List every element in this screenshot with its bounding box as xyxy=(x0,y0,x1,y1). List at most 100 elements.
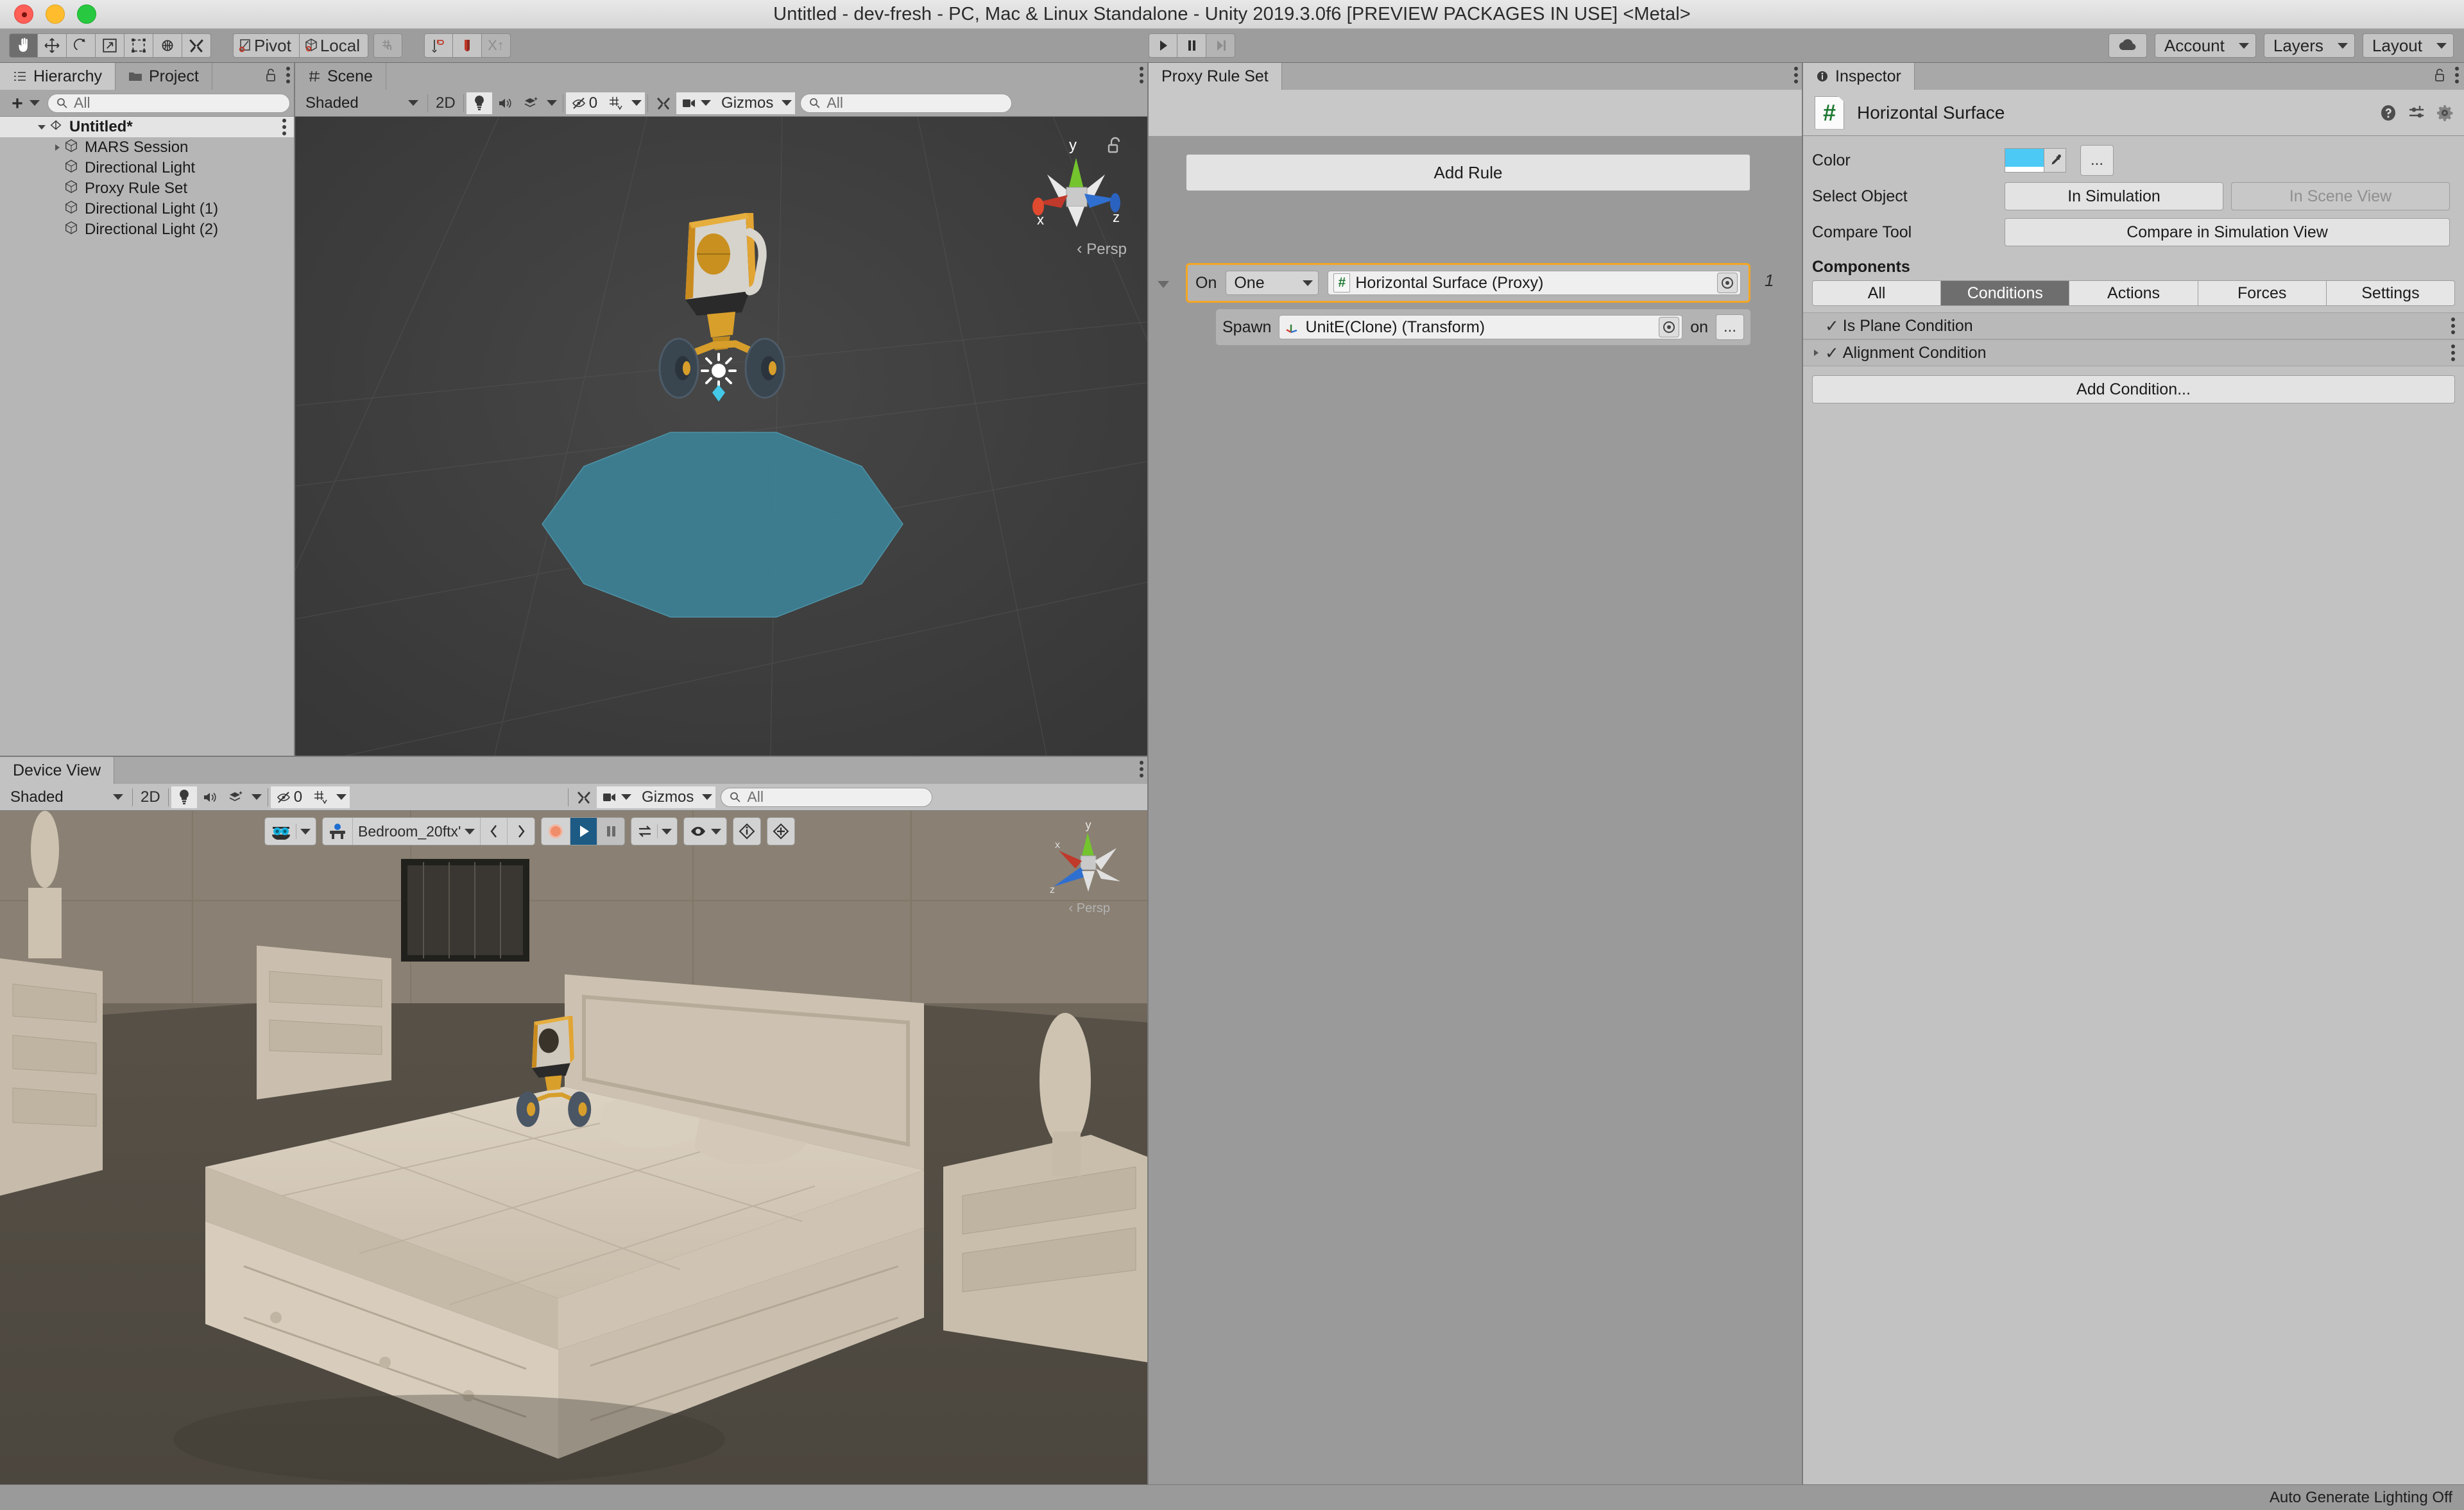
device-menu-icon[interactable] xyxy=(1140,761,1143,777)
condition-menu-icon[interactable] xyxy=(2451,344,2455,361)
scene-audio-button[interactable] xyxy=(492,92,518,114)
color-more-button[interactable]: ... xyxy=(2080,145,2114,176)
device-shading-dropdown[interactable]: Shaded xyxy=(1,786,130,808)
transform-tool-button[interactable] xyxy=(153,33,182,58)
scene-menu-icon[interactable] xyxy=(282,119,286,135)
device-audio-button[interactable] xyxy=(197,786,223,808)
scene-lighting-button[interactable] xyxy=(466,92,492,114)
tab-inspector[interactable]: Inspector xyxy=(1803,63,1915,90)
scene-fx-button[interactable] xyxy=(518,92,543,114)
device-fx-button[interactable] xyxy=(223,786,248,808)
hierarchy-item-proxy-rule-set[interactable]: Proxy Rule Set xyxy=(0,178,295,199)
visibility-button[interactable] xyxy=(684,818,726,845)
device-viewport[interactable]: Bedroom_20ftx' xyxy=(0,811,1149,1484)
loop-simulation-button[interactable] xyxy=(631,818,677,845)
create-object-button[interactable] xyxy=(5,95,44,112)
device-gizmos-button[interactable]: Gizmos xyxy=(637,786,699,808)
pivot-toggle-button[interactable]: Pivot xyxy=(233,33,300,58)
select-in-scene-view-button[interactable]: In Scene View xyxy=(2231,182,2450,210)
hierarchy-search-input[interactable]: All xyxy=(47,94,290,113)
component-tab-settings[interactable]: Settings xyxy=(2327,280,2455,306)
expand-arrow-icon[interactable] xyxy=(1808,348,1824,357)
grid-snap-button[interactable] xyxy=(373,33,402,58)
expand-arrow-icon[interactable] xyxy=(50,143,64,152)
custom-editor-tool-button[interactable] xyxy=(182,33,211,58)
help-icon[interactable] xyxy=(2379,104,2397,122)
pause-simulation-button[interactable] xyxy=(597,818,624,845)
rect-tool-button[interactable] xyxy=(124,33,153,58)
device-camera-button[interactable] xyxy=(597,786,637,808)
tab-scene[interactable]: Scene xyxy=(295,63,386,90)
device-hidden-objects-button[interactable]: 0 xyxy=(271,786,307,808)
local-toggle-button[interactable]: Local xyxy=(300,33,368,58)
cloud-services-button[interactable] xyxy=(2109,33,2147,58)
play-button[interactable] xyxy=(1149,33,1177,58)
shading-mode-dropdown[interactable]: Shaded xyxy=(296,92,425,114)
spawn-more-button[interactable]: ... xyxy=(1716,314,1744,340)
tab-proxy-rule-set[interactable]: Proxy Rule Set xyxy=(1149,63,1282,90)
scene-menu-icon[interactable] xyxy=(1140,67,1143,83)
spawn-object-field[interactable]: UnitE(Clone) (Transform) xyxy=(1279,315,1682,339)
rotate-tool-button[interactable] xyxy=(67,33,96,58)
compare-in-simulation-view-button[interactable]: Compare in Simulation View xyxy=(2005,218,2450,246)
scene-gizmos-button[interactable]: Gizmos xyxy=(716,92,778,114)
environment-toggle-button[interactable] xyxy=(323,818,353,845)
rule-quantity-dropdown[interactable]: One xyxy=(1226,271,1319,295)
object-picker-icon[interactable] xyxy=(1717,273,1738,293)
scene-device-splitter[interactable] xyxy=(0,756,1149,757)
condition-row-alignment[interactable]: ✓ Alignment Condition xyxy=(1803,339,2464,366)
object-picker-icon[interactable] xyxy=(1659,317,1679,337)
scene-tools-button[interactable] xyxy=(651,92,676,114)
play-simulation-button[interactable] xyxy=(570,818,597,845)
proxy-rule-spawn-row[interactable]: Spawn UnitE(Clone) (Transform) on ... xyxy=(1216,309,1750,345)
device-grid-button[interactable] xyxy=(307,786,333,808)
device-fx-dropdown[interactable] xyxy=(248,786,265,808)
record-simulation-button[interactable] xyxy=(542,818,570,845)
environment-next-button[interactable] xyxy=(508,818,535,845)
preset-icon[interactable] xyxy=(2408,105,2426,121)
inspector-splitter[interactable] xyxy=(1802,63,1803,1484)
account-dropdown[interactable]: Account xyxy=(2155,33,2256,58)
add-rule-button[interactable]: Add Rule xyxy=(1186,154,1750,191)
select-in-simulation-button[interactable]: In Simulation xyxy=(2005,182,2223,210)
inspector-menu-icon[interactable] xyxy=(2455,67,2459,83)
scale-tool-button[interactable] xyxy=(96,33,124,58)
scene-grid-button[interactable] xyxy=(603,92,628,114)
lock-icon[interactable] xyxy=(264,67,277,83)
pause-button[interactable] xyxy=(1177,33,1206,58)
step-button[interactable] xyxy=(1206,33,1235,58)
device-orientation-gizmo[interactable]: y x z ‹ Persp xyxy=(1040,817,1136,929)
layers-dropdown[interactable]: Layers xyxy=(2264,33,2355,58)
hand-tool-button[interactable] xyxy=(9,33,38,58)
condition-checkbox[interactable]: ✓ xyxy=(1825,316,1839,336)
hierarchy-item-directional-light-1[interactable]: Directional Light (1) xyxy=(0,199,295,219)
mars-panel-button[interactable] xyxy=(453,33,482,58)
tab-hierarchy[interactable]: Hierarchy xyxy=(0,63,116,90)
tab-device-view[interactable]: Device View xyxy=(0,757,114,784)
device-toggle-2d-button[interactable]: 2D xyxy=(135,786,166,808)
device-lighting-button[interactable] xyxy=(171,786,197,808)
scene-projection-label[interactable]: ‹ Persp xyxy=(1077,239,1127,259)
gear-icon[interactable] xyxy=(2436,104,2454,122)
device-grid-dropdown[interactable] xyxy=(333,786,350,808)
simulation-view-toggle-button[interactable] xyxy=(265,818,316,845)
component-tab-all[interactable]: All xyxy=(1812,280,1941,306)
toggle-2d-button[interactable]: 2D xyxy=(431,92,461,114)
expand-arrow-icon[interactable] xyxy=(35,122,49,132)
environment-prev-button[interactable] xyxy=(481,818,508,845)
proxy-menu-icon[interactable] xyxy=(1794,67,1798,83)
tab-project[interactable]: Project xyxy=(116,63,212,90)
hierarchy-item-mars-session[interactable]: MARS Session xyxy=(0,137,295,158)
scene-viewport[interactable]: y x z ‹ Persp xyxy=(295,117,1149,784)
hierarchy-item-directional-light-2[interactable]: Directional Light (2) xyxy=(0,219,295,240)
mars-sync-button[interactable] xyxy=(424,33,453,58)
eyedropper-icon[interactable] xyxy=(2044,148,2066,173)
scene-grid-dropdown[interactable] xyxy=(628,92,645,114)
environment-dropdown[interactable]: Bedroom_20ftx' xyxy=(353,818,481,845)
scene-search-input[interactable]: All xyxy=(800,94,1012,113)
component-tab-conditions[interactable]: Conditions xyxy=(1941,280,2069,306)
device-search-input[interactable]: All xyxy=(721,788,932,807)
color-swatch[interactable] xyxy=(2005,148,2044,173)
condition-menu-icon[interactable] xyxy=(2451,318,2455,334)
scene-gizmos-dropdown[interactable] xyxy=(778,92,795,114)
